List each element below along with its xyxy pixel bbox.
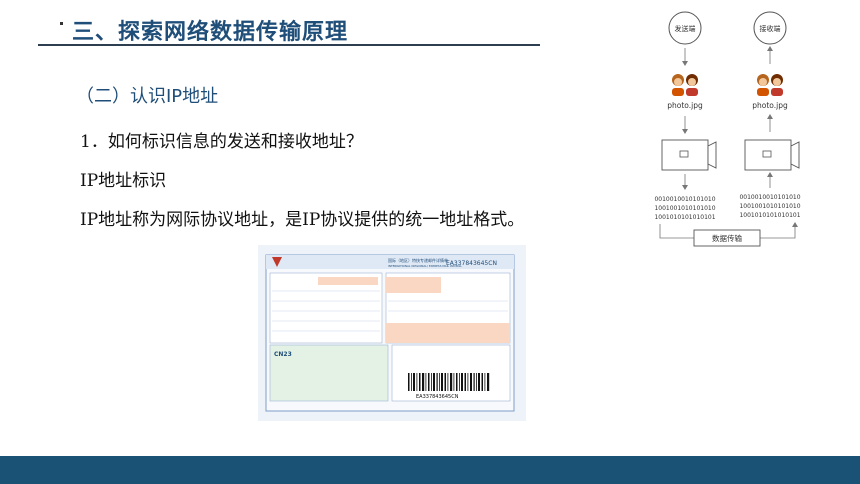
- arrow-head-icon: [792, 222, 798, 227]
- sender-label: 发送端: [675, 24, 696, 33]
- arrow-head-icon: [682, 129, 688, 134]
- highlight-field: [386, 323, 510, 343]
- title-bullet-dot: [60, 22, 63, 25]
- title-underline: [38, 44, 540, 46]
- bit-string-left-1: 0010010010101010: [654, 196, 715, 203]
- transfer-line-left: [659, 224, 694, 239]
- data-transfer-diagram: 发送端 接收端 photo.jpg photo.jpg 001001001010…: [654, 11, 801, 247]
- file-name-left: photo.jpg: [667, 101, 703, 110]
- bit-string-left-2: 1001001010101010: [654, 205, 715, 212]
- ip-identification-text: IP地址标识: [80, 171, 167, 191]
- bit-string-left-3: 1001010101010101: [654, 214, 715, 221]
- arrow-head-icon: [767, 46, 773, 51]
- camera-icon: [744, 139, 800, 171]
- cn23-label: CN23: [274, 351, 292, 358]
- express-waybill-image: 国际（地区）特快专递邮件详情单 INTERNATIONAL (REGIONAL)…: [258, 245, 526, 421]
- footer-bar: [0, 456, 860, 484]
- highlight-field: [386, 277, 441, 293]
- transfer-label: 数据传输: [712, 233, 742, 243]
- file-name-right: photo.jpg: [752, 101, 788, 110]
- arrow-head-icon: [767, 172, 773, 177]
- people-photo-icon: [672, 74, 698, 96]
- people-photo-icon: [757, 74, 783, 96]
- bit-string-right-2: 1001001010101010: [739, 203, 800, 210]
- bit-string-right-1: 0010010010101010: [739, 194, 800, 201]
- arrow-head-icon: [767, 114, 773, 119]
- waybill-tracking-top: EA337843645CN: [446, 260, 497, 267]
- question-text: 1．如何标识信息的发送和接收地址？: [80, 132, 363, 152]
- highlight-field: [318, 277, 378, 285]
- camera-icon: [661, 139, 717, 171]
- receiver-label: 接收端: [760, 24, 781, 33]
- waybill-header: 国际（地区）特快专递邮件详情单: [388, 257, 448, 263]
- arrow-head-icon: [682, 61, 688, 66]
- transfer-line-right: [760, 224, 796, 239]
- waybill-tracking-bottom: EA337843645CN: [416, 394, 459, 400]
- arrow-head-icon: [682, 185, 688, 190]
- section-subtitle: （二）认识IP地址: [76, 86, 219, 107]
- ip-definition-text: IP地址称为网际协议地址，是IP协议提供的统一地址格式。: [80, 210, 525, 230]
- bit-string-right-3: 1001010101010101: [739, 212, 800, 219]
- slide-title: 三、探索网络数据传输原理: [72, 20, 349, 45]
